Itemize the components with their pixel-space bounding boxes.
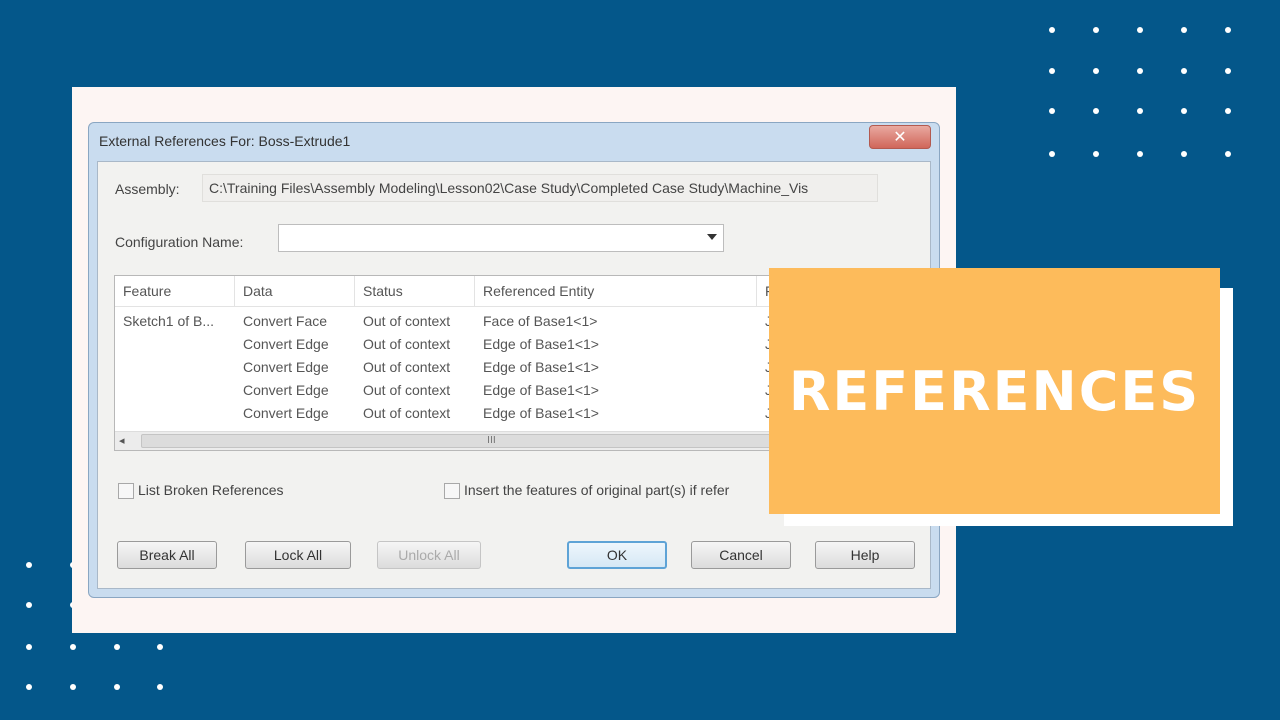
- cell-data: Convert Face: [243, 313, 328, 329]
- close-icon[interactable]: ✕: [869, 125, 931, 149]
- help-button[interactable]: Help: [815, 541, 915, 569]
- cell-feature: [115, 379, 235, 402]
- assembly-label: Assembly:: [115, 181, 180, 197]
- list-broken-references-label: List Broken References: [138, 482, 284, 498]
- insert-features-label: Insert the features of original part(s) …: [464, 482, 730, 498]
- cancel-button[interactable]: Cancel: [691, 541, 791, 569]
- cell-data: Convert Edge: [243, 382, 329, 398]
- column-header-data[interactable]: Data: [235, 276, 355, 306]
- configuration-name-label: Configuration Name:: [115, 234, 244, 250]
- cell-status: Out of context: [363, 405, 451, 421]
- cell-data: Convert Edge: [243, 405, 329, 421]
- column-header-referenced-entity[interactable]: Referenced Entity: [475, 276, 757, 306]
- cell-referenced-entity: Edge of Base1<1>: [483, 336, 599, 352]
- lock-all-button[interactable]: Lock All: [245, 541, 351, 569]
- cell-status: Out of context: [363, 336, 451, 352]
- cell-referenced-entity: Edge of Base1<1>: [483, 382, 599, 398]
- ok-button[interactable]: OK: [567, 541, 667, 569]
- scrollbar-thumb[interactable]: III: [141, 434, 783, 448]
- configuration-name-dropdown[interactable]: [278, 224, 724, 252]
- cell-feature: [115, 356, 235, 379]
- list-broken-references-checkbox[interactable]: [118, 483, 134, 499]
- cell-feature: Sketch1 of B...: [123, 313, 215, 329]
- cell-feature: [115, 402, 235, 425]
- cell-status: Out of context: [363, 382, 451, 398]
- column-header-status[interactable]: Status: [355, 276, 475, 306]
- references-banner-text: REFERENCES: [788, 359, 1201, 423]
- chevron-down-icon[interactable]: [707, 234, 717, 240]
- dialog-title: External References For: Boss-Extrude1: [99, 133, 351, 149]
- break-all-button[interactable]: Break All: [117, 541, 217, 569]
- unlock-all-button[interactable]: Unlock All: [377, 541, 481, 569]
- cell-referenced-entity: Face of Base1<1>: [483, 313, 598, 329]
- scrollbar-grip: III: [487, 435, 496, 446]
- column-header-feature[interactable]: Feature: [115, 276, 235, 306]
- cell-status: Out of context: [363, 313, 451, 329]
- scroll-left-icon[interactable]: ◂: [119, 434, 125, 447]
- insert-features-checkbox[interactable]: [444, 483, 460, 499]
- references-banner: REFERENCES: [769, 268, 1220, 514]
- cell-referenced-entity: Edge of Base1<1>: [483, 359, 599, 375]
- cell-data: Convert Edge: [243, 359, 329, 375]
- cell-data: Convert Edge: [243, 336, 329, 352]
- cell-referenced-entity: Edge of Base1<1>: [483, 405, 599, 421]
- assembly-path-field[interactable]: C:\Training Files\Assembly Modeling\Less…: [202, 174, 878, 202]
- cell-feature: [115, 333, 235, 356]
- cell-status: Out of context: [363, 359, 451, 375]
